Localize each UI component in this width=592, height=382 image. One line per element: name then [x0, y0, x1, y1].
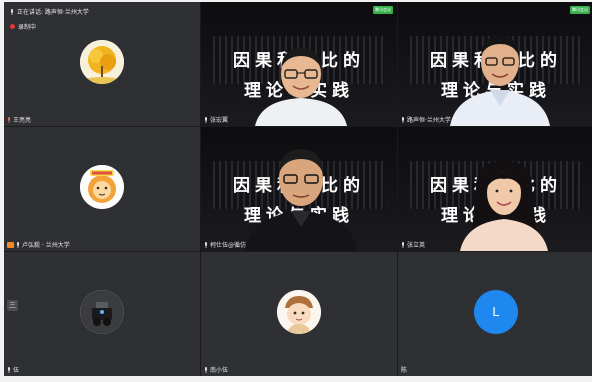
speaking-label: 正在讲话: 路声恒·兰州大学 — [17, 9, 89, 16]
mic-icon — [204, 366, 208, 373]
mic-icon — [7, 116, 11, 123]
speaker-mic-icon — [10, 8, 14, 15]
avatar-cartoon-boy — [277, 290, 321, 334]
participant-name-label: 柯仕伍@循仿 — [204, 240, 246, 249]
participant-tile-9[interactable]: L 陈 — [398, 252, 592, 376]
participant-tile-5[interactable]: 因果和类比的 理论与实践 柯仕伍@循仿 — [201, 127, 397, 251]
mic-icon — [204, 241, 208, 248]
speaking-indicator: 正在讲话: 路声恒·兰州大学 — [10, 7, 89, 16]
mic-icon — [204, 116, 208, 123]
participant-name-label: 路声恒·兰州大学 — [401, 115, 451, 124]
participant-tile-8[interactable]: 南小伍 — [201, 252, 397, 376]
mic-icon — [401, 241, 405, 248]
avatar-autumn-tree — [80, 40, 124, 84]
participant-tile-7[interactable]: 三 伍 — [4, 252, 200, 376]
participant-name-label: 南小伍 — [204, 365, 228, 374]
participant-name-label: 张立英 — [401, 240, 425, 249]
avatar-initial: L — [474, 290, 518, 334]
avatar-robot-photo — [80, 290, 124, 334]
slide-tag: 腾讯会议 — [373, 6, 393, 14]
participant-video-person — [249, 42, 353, 126]
participant-tile-4[interactable]: 卢弘毅 · 兰州大学 — [4, 127, 200, 251]
side-panel-toggle-button[interactable]: 三 — [7, 300, 18, 311]
participant-tile-1[interactable]: 正在讲话: 路声恒·兰州大学 录制中 王亮亮 — [4, 2, 200, 126]
mic-icon — [7, 366, 11, 373]
host-badge-icon — [7, 241, 14, 248]
participant-name-label: 张宏翼 — [204, 115, 228, 124]
video-grid: 正在讲话: 路声恒·兰州大学 录制中 王亮亮 腾讯会议 张宏翼 腾讯会议 路声恒… — [4, 2, 592, 376]
recording-indicator: 录制中 — [10, 22, 89, 31]
recording-label: 录制中 — [18, 24, 37, 31]
participant-name-label: 陈 — [401, 367, 408, 374]
participant-name-label: 卢弘毅 · 兰州大学 — [7, 240, 70, 249]
participant-name-label: 王亮亮 — [7, 115, 31, 124]
participant-tile-3[interactable]: 因果和类比的 理论与实践 腾讯会议 路声恒·兰州大学 — [398, 2, 592, 126]
participant-tile-2[interactable]: 因果和类比的 理论与实践 腾讯会议 张宏翼 — [201, 2, 397, 126]
avatar-lion-cartoon — [80, 165, 124, 209]
participant-video-person — [243, 141, 359, 251]
mic-icon — [401, 116, 405, 123]
participant-video-person — [454, 157, 554, 251]
participant-tile-6[interactable]: 因果和类比的 理论与实践 张立英 — [398, 127, 592, 251]
recording-dot-icon — [10, 24, 15, 29]
slide-tag: 腾讯会议 — [570, 6, 590, 14]
mic-icon — [16, 241, 20, 248]
participant-name-label: 伍 — [7, 365, 19, 374]
meeting-status-overlay: 正在讲话: 路声恒·兰州大学 录制中 — [10, 7, 89, 31]
participant-video-person — [446, 24, 554, 126]
